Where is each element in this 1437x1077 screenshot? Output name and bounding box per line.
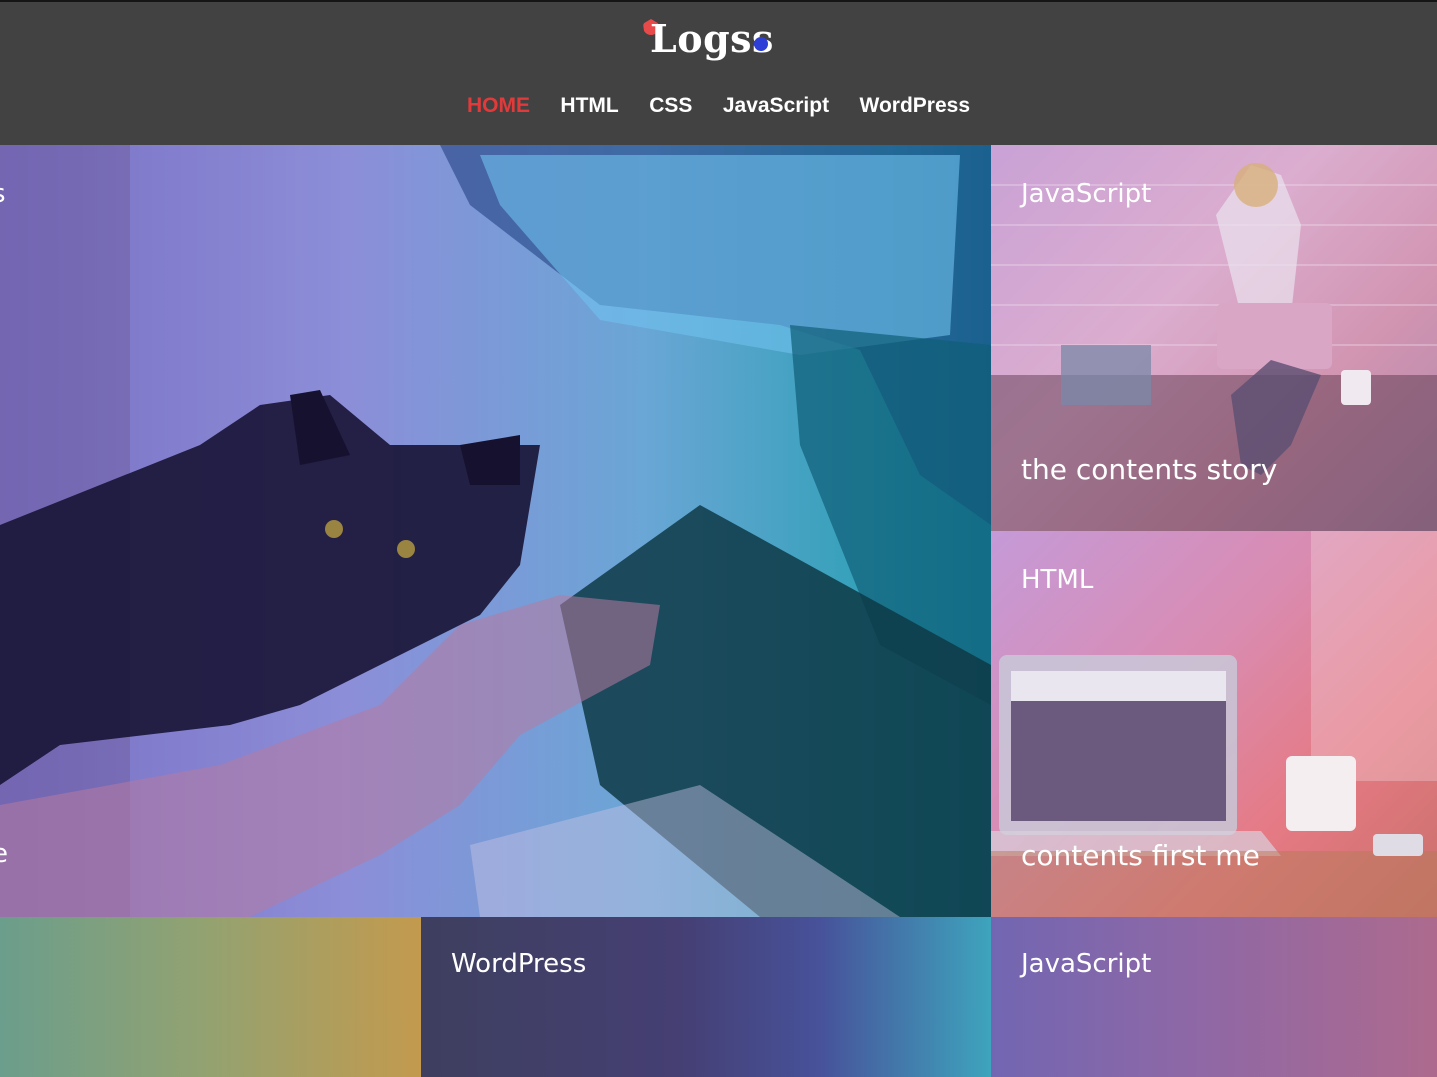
site-header: Logss HOME HTML CSS JavaScript WordPress: [0, 2, 1437, 145]
post-category: JavaScript: [1021, 179, 1152, 209]
hero-title-partial: e: [0, 839, 8, 869]
nav-item-wordpress[interactable]: WordPress: [860, 94, 971, 118]
hero-photo: [0, 145, 991, 917]
post-card-html[interactable]: HTML contents first me: [991, 531, 1437, 917]
post-card-bottom-left[interactable]: [0, 917, 421, 1077]
hero-post-card[interactable]: s e: [0, 145, 991, 917]
post-category: HTML: [1021, 565, 1094, 595]
post-category: JavaScript: [1021, 949, 1152, 979]
post-card-wordpress[interactable]: WordPress: [421, 917, 991, 1077]
post-card-javascript[interactable]: JavaScript the contents story: [991, 145, 1437, 531]
nav-item-html[interactable]: HTML: [560, 94, 618, 118]
hero-category-partial: s: [0, 179, 6, 209]
logo-blue-accent: [754, 37, 768, 51]
nav-item-home[interactable]: HOME: [467, 94, 530, 118]
site-logo[interactable]: Logss: [643, 16, 780, 68]
nav-item-javascript[interactable]: JavaScript: [723, 94, 829, 118]
post-title[interactable]: the contents story: [1021, 453, 1277, 486]
post-category: WordPress: [451, 949, 587, 979]
main-nav: HOME HTML CSS JavaScript WordPress: [0, 94, 1437, 118]
post-card-javascript-bottom[interactable]: JavaScript: [991, 917, 1437, 1077]
post-title[interactable]: contents first me: [1021, 839, 1260, 872]
nav-item-css[interactable]: CSS: [649, 94, 692, 118]
